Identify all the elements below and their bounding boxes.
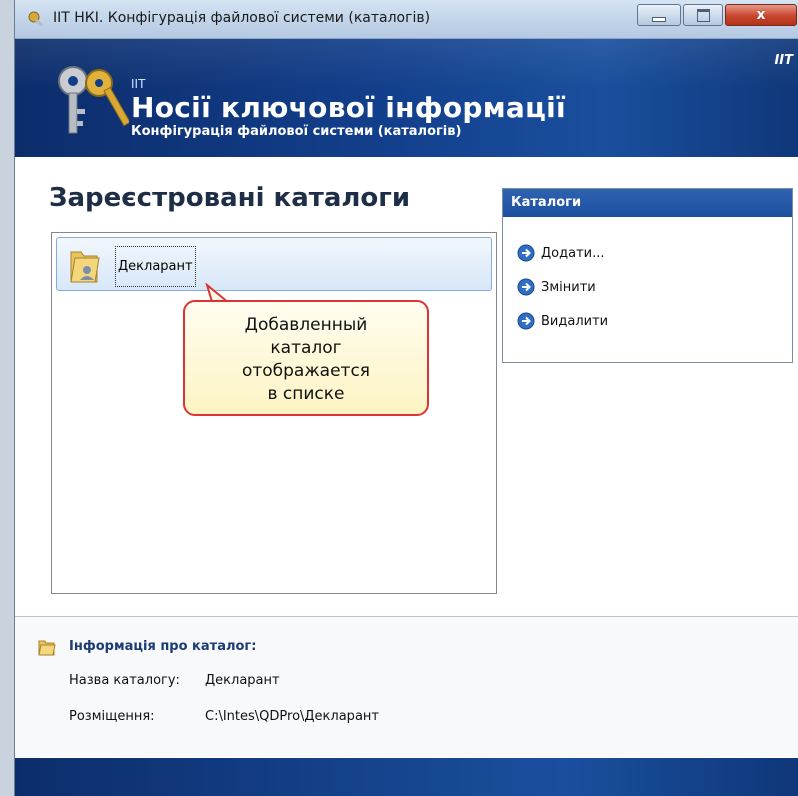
- brand-small-label: IIT: [131, 77, 146, 91]
- footer-bar: [15, 758, 798, 796]
- header-banner: IIT Носії ключової інформації Конфігурац…: [15, 39, 798, 157]
- close-icon: x: [756, 7, 766, 23]
- catalog-location-label: Розміщення:: [69, 709, 155, 724]
- title-bar[interactable]: ІІТ НКІ. Конфігурація файлової системи (…: [15, 0, 798, 39]
- arrow-right-icon: [517, 278, 535, 296]
- task-panel-header: Каталоги: [503, 189, 792, 217]
- catalog-info-panel: Інформація про каталог: Назва каталогу: …: [15, 617, 798, 757]
- minimize-icon: [652, 16, 666, 22]
- edit-catalog-link[interactable]: Змінити: [517, 275, 596, 299]
- user-folder-icon: [70, 251, 100, 283]
- delete-catalog-link[interactable]: Видалити: [517, 309, 608, 333]
- page-title: Зареєстровані каталоги: [49, 183, 411, 213]
- app-window: ІІТ НКІ. Конфігурація файлової системи (…: [14, 0, 798, 796]
- delete-catalog-label: Видалити: [541, 313, 609, 329]
- edit-catalog-label: Змінити: [541, 279, 596, 295]
- annotation-callout: Добавленный каталог отображается в списк…: [183, 300, 429, 416]
- minimize-button[interactable]: [637, 4, 681, 26]
- callout-line: Добавленный: [244, 315, 368, 335]
- list-item[interactable]: Декларант: [56, 237, 492, 291]
- folder-icon: [38, 640, 56, 656]
- corner-logo: IIT: [774, 53, 793, 68]
- add-catalog-label: Додати...: [541, 245, 605, 261]
- catalog-location-value: C:\Intes\QDPro\Декларант: [205, 709, 379, 724]
- catalog-name-label: Назва каталогу:: [69, 673, 180, 688]
- arrow-right-icon: [517, 244, 535, 262]
- list-item-label: Декларант: [115, 246, 196, 287]
- catalog-name-value: Декларант: [205, 673, 280, 688]
- info-title: Інформація про каталог:: [69, 639, 257, 654]
- callout-line: отображается: [241, 361, 371, 381]
- app-title: Носії ключової інформації: [131, 91, 566, 124]
- maximize-icon: [696, 8, 710, 22]
- callout-line: каталог: [270, 338, 342, 358]
- close-button[interactable]: x: [725, 4, 797, 26]
- window-title: ІІТ НКІ. Конфігурація файлової системи (…: [53, 10, 431, 26]
- callout-line: в списке: [267, 384, 345, 404]
- arrow-right-icon: [517, 312, 535, 330]
- maximize-button[interactable]: [683, 4, 723, 26]
- add-catalog-link[interactable]: Додати...: [517, 241, 604, 265]
- keys-logo-icon: [58, 66, 129, 134]
- app-subtitle: Конфігурація файлової системи (каталогів…: [131, 124, 462, 139]
- key-app-icon: [28, 11, 44, 27]
- catalog-tasks-panel: Каталоги Додати... Змінити Видалити: [502, 188, 793, 363]
